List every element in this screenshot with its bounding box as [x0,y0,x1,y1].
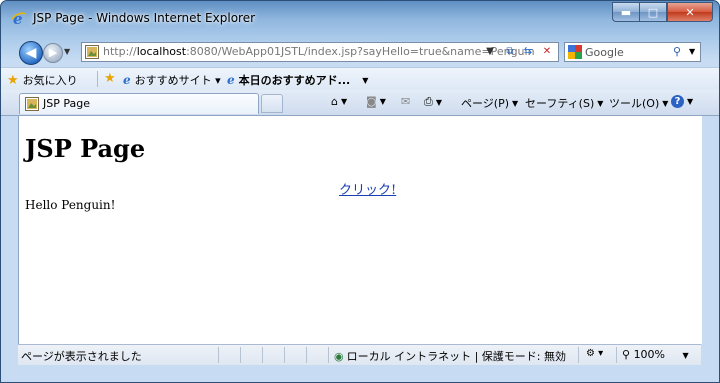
status-divider [616,347,617,363]
chevron-down-icon: ▼ [340,97,348,106]
close-button[interactable]: ✕ [667,2,713,22]
stop-icon[interactable]: ✕ [539,44,555,60]
zoom-level: 100% [633,348,666,361]
back-button[interactable]: ◀ [19,41,43,65]
favorites-star-icon: ★ [7,72,19,88]
status-text: ページが表示されました [21,350,142,363]
close-icon: ✕ [685,5,695,19]
page-menu-label: ページ(P) [461,97,509,110]
chevron-down-icon: ▼ [512,98,519,108]
print-button[interactable]: ⎙ ▼ [424,95,442,109]
google-logo-icon [568,45,582,59]
status-divider [578,347,579,363]
favorites-item-web-slice[interactable]: e 本日のおすすめアド... ▼ [227,72,368,88]
chevron-down-icon: ▼ [682,351,689,360]
add-to-favorites-bar-button[interactable]: ★ [104,72,116,85]
page-heading: JSP Page [25,134,146,163]
page-content: JSP Page クリック! Hello Penguin! [18,116,702,344]
tab-row: JSP Page ⌂ ▼ ◙ ▼ ✉ ⎙ ▼ ページ(P) ▼ セーフティ(S) ▼ ツー… [1,90,719,116]
address-text[interactable]: http://localhost:8080/WebApp01JSTL/index… [103,45,535,58]
help-icon: ? [671,95,684,108]
ie-page-icon: e [123,73,131,87]
search-options-dropdown-icon[interactable]: ▼ [689,47,695,56]
suggested-sites-label: おすすめサイト ▾ [134,74,221,87]
recent-pages-dropdown-icon[interactable]: ▼ [64,47,70,56]
zoom-magnifier-icon: ⚲ [622,348,631,361]
search-placeholder: Google [585,46,624,59]
chevron-down-icon: ▼ [435,97,442,107]
address-dropdown-icon[interactable]: ▼ [482,44,498,60]
maximize-button[interactable]: □ [639,2,667,22]
hello-message: Hello Penguin! [25,198,116,212]
favorites-bar: ★ お気に入り ★ e おすすめサイト ▾ e 本日のおすすめアド... ▼ [1,67,719,91]
web-slice-label: 本日のおすすめアド... [238,74,351,87]
tab-label: JSP Page [43,97,90,110]
minimize-icon: ▬ [620,5,632,19]
new-tab-button[interactable] [261,94,283,113]
protected-mode-icon[interactable]: ⚙ ▾ [586,348,603,359]
favorites-button[interactable]: ★ お気に入り [7,72,78,88]
chevron-down-icon: ▼ [597,98,604,108]
home-button[interactable]: ⌂ ▼ [331,95,347,108]
favorites-item-suggested-sites[interactable]: e おすすめサイト ▾ [123,72,221,88]
add-favorite-star-icon: ★ [104,71,116,86]
forward-button[interactable]: ▶ [43,43,63,63]
home-icon: ⌂ [331,95,338,108]
search-box[interactable]: Google ⚲ ▼ [564,42,701,62]
click-link[interactable]: クリック! [339,179,396,198]
security-zone[interactable]: ◉ ローカル イントラネット | 保護モード: 無効 [334,348,566,364]
mail-icon: ✉ [401,95,411,108]
printer-icon: ⎙ [424,95,433,108]
status-bar: ページが表示されました ◉ ローカル イントラネット | 保護モード: 無効 ⚙… [18,344,701,365]
rss-feed-icon: ◙ [366,95,377,108]
ie-page-icon: e [227,73,235,87]
tab-jsp-page[interactable]: JSP Page [19,93,259,114]
status-divider [240,347,241,363]
navigation-bar: ◀ ▶ ▼ http://localhost:8080/WebApp01JSTL… [1,35,719,67]
security-zone-label: ローカル イントラネット | 保護モード: 無効 [346,350,567,363]
zoom-control[interactable]: ⚲ 100% ▼ [622,348,689,361]
maximize-icon: □ [647,5,659,19]
read-mail-button[interactable]: ✉ [401,95,410,108]
svg-text:e: e [13,10,23,26]
compatibility-view-icon[interactable]: ⧉ [502,44,518,60]
feeds-button[interactable]: ◙ ▼ [366,95,386,108]
status-divider [284,347,285,363]
address-prefix: http:// [103,45,137,58]
favbar-divider [97,71,98,87]
address-bar[interactable]: http://localhost:8080/WebApp01JSTL/index… [81,42,559,62]
chevron-down-icon: ▼ [687,97,694,106]
status-divider [328,347,329,363]
status-divider [262,347,263,363]
status-divider [218,347,219,363]
ie-logo-icon: e [11,10,27,26]
tools-menu-label: ツール(O) [609,97,660,110]
window-title: JSP Page - Windows Internet Explorer [33,11,256,25]
help-menu[interactable]: ? ▼ [671,95,693,108]
chevron-down-icon: ▼ [379,97,386,106]
address-host: localhost [136,45,187,58]
safety-menu-label: セーフティ(S) [525,97,595,110]
title-bar: e JSP Page - Windows Internet Explorer ▬… [1,1,719,35]
back-arrow-icon: ◀ [25,45,37,61]
search-icon[interactable]: ⚲ [673,45,681,58]
intranet-globe-icon: ◉ [334,349,344,363]
page-menu[interactable]: ページ(P) ▼ [461,95,518,111]
forward-arrow-icon: ▶ [48,46,58,59]
status-divider [306,347,307,363]
page-favicon-icon [25,97,39,111]
favorites-label: お気に入り [22,74,78,87]
chevron-down-icon: ▼ [662,98,669,108]
caption-buttons: ▬ □ ✕ [612,2,713,22]
refresh-icon[interactable]: ⇆ [520,44,536,60]
tools-menu[interactable]: ツール(O) ▼ [609,95,668,111]
page-favicon-icon [85,45,99,59]
chevron-down-icon: ▼ [362,75,369,85]
safety-menu[interactable]: セーフティ(S) ▼ [525,95,603,111]
minimize-button[interactable]: ▬ [612,2,639,22]
browser-window: e JSP Page - Windows Internet Explorer ▬… [0,0,720,383]
